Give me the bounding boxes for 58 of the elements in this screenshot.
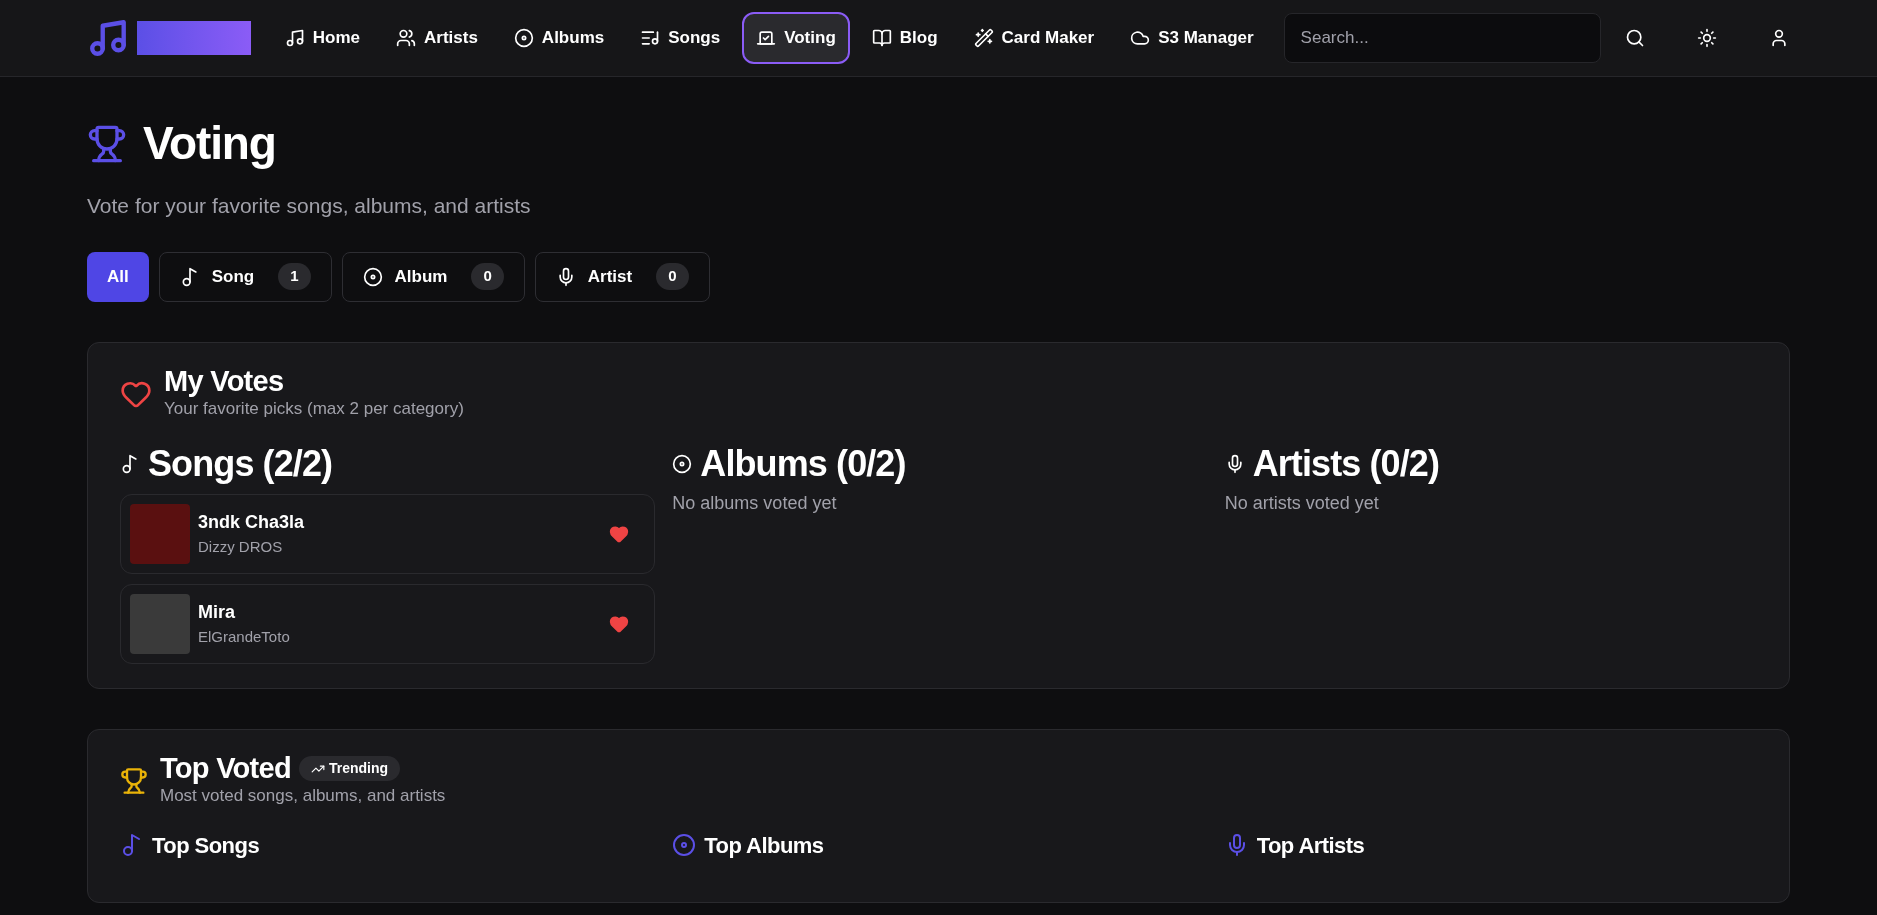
- vote-heart-button[interactable]: [609, 614, 629, 634]
- vote-heart-button[interactable]: [609, 524, 629, 544]
- column-title: Albums (0/2): [700, 442, 906, 486]
- nav-link[interactable]: Card Maker: [959, 12, 1109, 64]
- song-card[interactable]: 3ndk Cha3la Dizzy DROS: [120, 494, 655, 574]
- trophy-icon: [87, 123, 127, 164]
- search-field[interactable]: Search...: [1283, 13, 1602, 63]
- filter-tab[interactable]: Song 1: [158, 251, 332, 302]
- card-title: Top Voted: [160, 754, 291, 783]
- count-badge: 0: [656, 263, 689, 290]
- search-icon: [1625, 28, 1646, 48]
- column-title: Top Albums: [704, 831, 824, 860]
- cover-placeholder: [130, 504, 190, 564]
- disc-icon: [362, 266, 383, 287]
- song-title: Mira: [198, 601, 236, 625]
- nav-link[interactable]: Albums: [499, 12, 619, 64]
- nav-link[interactable]: Artists: [382, 12, 492, 64]
- card-subtitle: Most voted songs, albums, and artists: [160, 785, 446, 807]
- song-title: 3ndk Cha3la: [198, 511, 306, 535]
- cloud-icon: [1130, 28, 1151, 48]
- cover-placeholder: [130, 594, 190, 654]
- logo-icon[interactable]: [87, 17, 129, 59]
- disc-icon: [672, 453, 693, 474]
- count-badge: 0: [471, 263, 504, 290]
- song-artist: ElGrandeToto: [198, 627, 291, 648]
- nav-link[interactable]: Voting: [742, 12, 850, 64]
- music-note-icon: [284, 28, 305, 48]
- filter-tab[interactable]: Album 0: [341, 251, 525, 302]
- nav-link[interactable]: Blog: [857, 12, 952, 64]
- page-title: Voting: [143, 116, 276, 171]
- users-icon: [396, 28, 416, 48]
- disc-icon: [513, 28, 534, 48]
- card-subtitle: Your favorite picks (max 2 per category): [164, 397, 464, 420]
- list-music-icon: [640, 28, 661, 48]
- ballot-box-icon: [756, 28, 777, 48]
- card-title: My Votes: [164, 366, 285, 396]
- nav-link[interactable]: Songs: [626, 12, 735, 64]
- nav-link[interactable]: S3 Manager: [1116, 12, 1268, 64]
- book-icon: [871, 28, 892, 48]
- column-title: Top Artists: [1256, 831, 1365, 860]
- song-artist: Dizzy DROS: [198, 537, 284, 558]
- filter-tab[interactable]: Artist 0: [534, 251, 710, 302]
- filter-tab[interactable]: All: [87, 251, 149, 302]
- column-title: Songs (2/2): [148, 442, 333, 486]
- sun-icon: [1697, 28, 1718, 48]
- empty-message: No artists voted yet: [1224, 492, 1380, 515]
- trending-badge: Trending: [298, 756, 401, 781]
- column-title: Top Songs: [152, 831, 260, 860]
- nav-link[interactable]: Home: [270, 12, 374, 64]
- magic-wand-icon: [973, 28, 994, 48]
- column-title: Artists (0/2): [1252, 442, 1439, 486]
- disc-icon: [672, 833, 697, 857]
- user-icon: [1769, 28, 1789, 48]
- song-card[interactable]: Mira ElGrandeToto: [120, 584, 655, 664]
- page-subtitle: Vote for your favorite songs, albums, and artists: [87, 193, 532, 219]
- count-badge: 1: [278, 263, 311, 290]
- empty-message: No albums voted yet: [672, 492, 838, 515]
- trophy-icon: [120, 767, 148, 796]
